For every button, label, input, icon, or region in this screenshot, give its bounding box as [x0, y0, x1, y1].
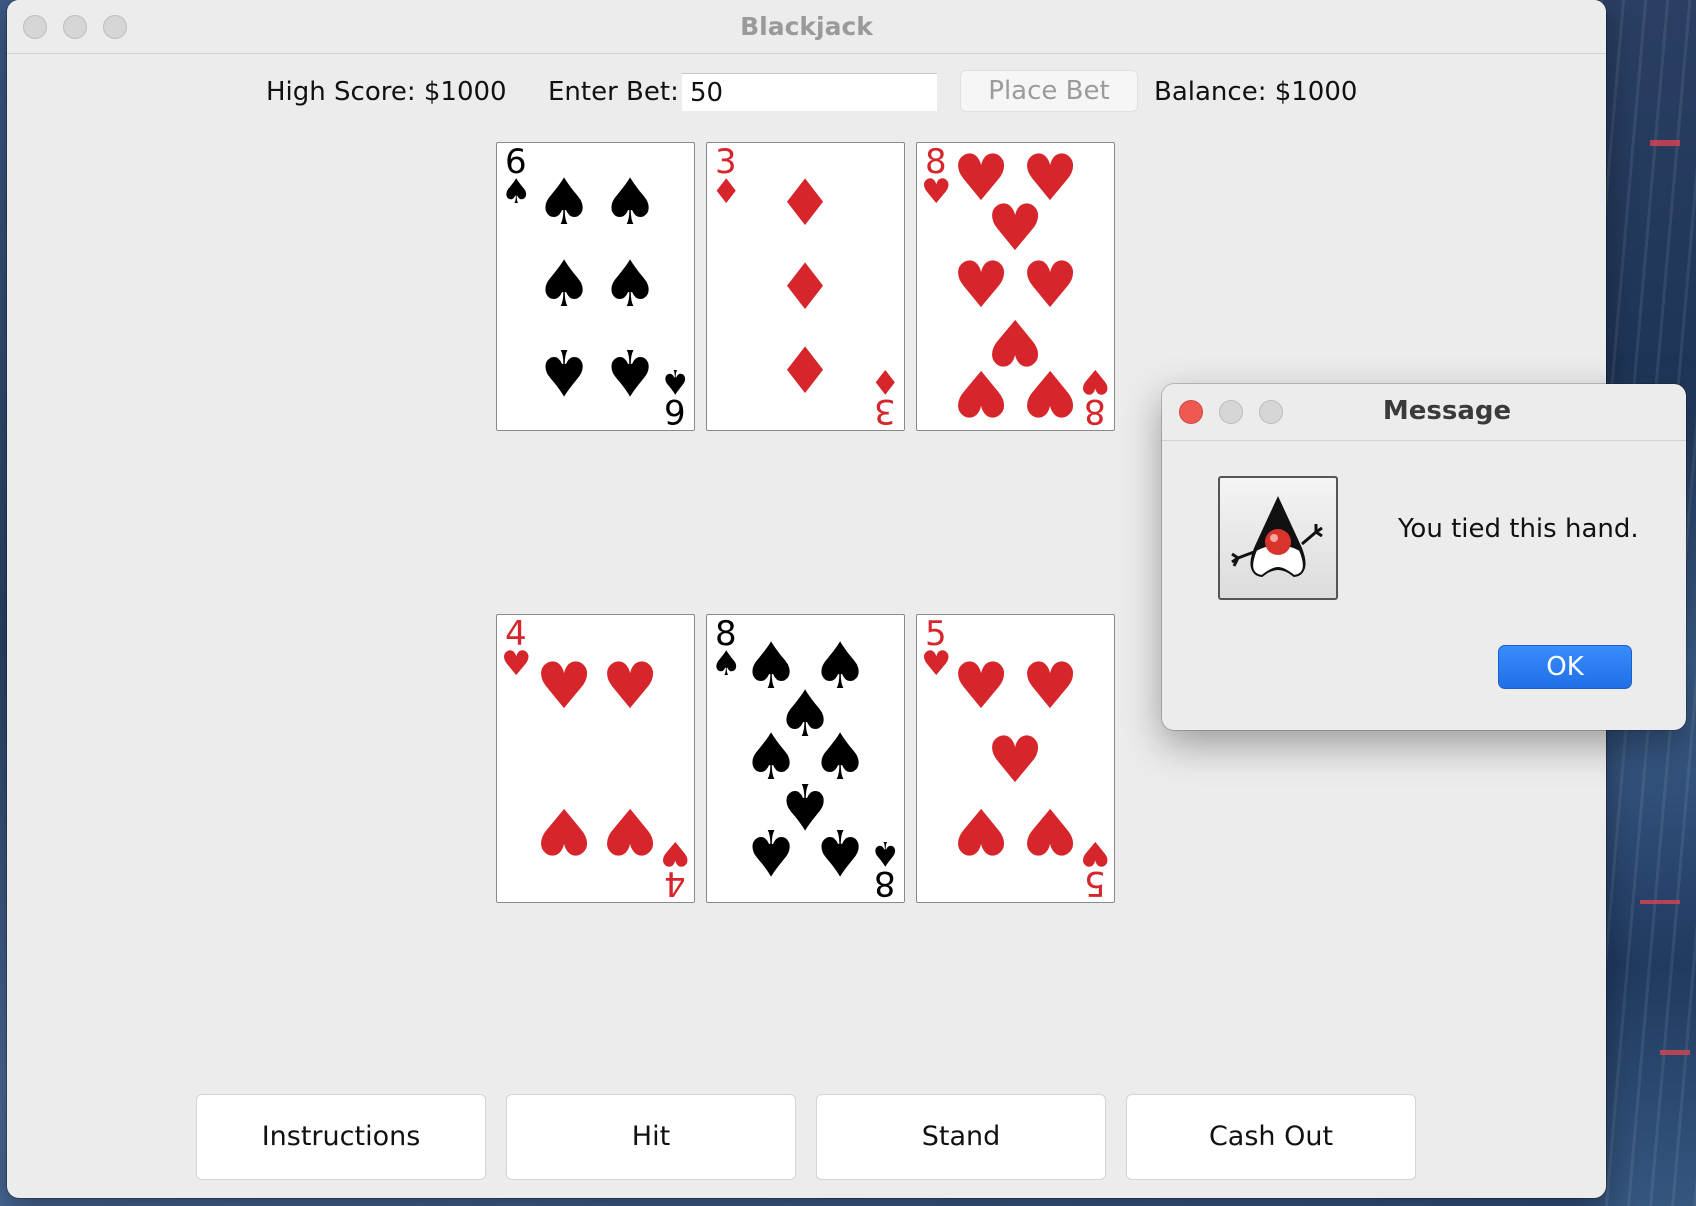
balance-label: Balance: $1000 [1154, 77, 1358, 107]
window-title: Blackjack [740, 12, 873, 41]
card-rank: 8 [874, 863, 896, 903]
high-score-label: High Score: $1000 [266, 77, 507, 107]
window-titlebar: Blackjack [7, 0, 1606, 54]
spade-icon: ♠ [601, 334, 659, 408]
place-bet-button[interactable]: Place Bet [960, 70, 1138, 112]
diamond-icon: ♦ [776, 251, 834, 325]
heart-icon: ♥ [1021, 650, 1079, 724]
heart-icon: ♥ [921, 644, 952, 684]
player-card-2: 8 ♠ ♠ ♠ ♠ ♠ ♠ ♠ ♠ ♠ ♠ 8 [706, 614, 905, 903]
spade-icon: ♠ [535, 166, 593, 240]
dialog-title: Message [1382, 396, 1512, 426]
hit-button[interactable]: Hit [506, 1094, 796, 1180]
dialog-message: You tied this hand. [1398, 514, 1639, 544]
diamond-icon: ♦ [776, 167, 834, 241]
cash-out-button[interactable]: Cash Out [1126, 1094, 1416, 1180]
spade-icon: ♠ [811, 814, 869, 888]
heart-icon: ♥ [601, 793, 659, 867]
spade-icon: ♠ [535, 248, 593, 322]
heart-icon: ♥ [535, 793, 593, 867]
spade-icon: ♠ [535, 334, 593, 408]
dialog-titlebar: Message [1162, 384, 1686, 441]
heart-icon: ♥ [501, 644, 532, 684]
spade-icon: ♠ [601, 166, 659, 240]
ok-button[interactable]: OK [1498, 645, 1632, 689]
player-card-3: 5 ♥ ♥ ♥ ♥ ♥ ♥ ♥ 5 [916, 614, 1115, 903]
java-duke-icon [1218, 476, 1338, 600]
heart-icon: ♥ [535, 650, 593, 724]
bet-input[interactable] [682, 73, 937, 111]
heart-icon: ♥ [1021, 793, 1079, 867]
card-rank: 4 [664, 863, 686, 903]
heart-icon: ♥ [921, 172, 952, 212]
dealer-card-1: 6 ♠ ♠ ♠ ♠ ♠ ♠ ♠ ♠ 6 [496, 142, 695, 431]
card-rank: 8 [1084, 391, 1106, 431]
spade-icon: ♠ [601, 248, 659, 322]
card-rank: 3 [874, 391, 896, 431]
diamond-icon: ♦ [776, 335, 834, 409]
heart-icon: ♥ [601, 650, 659, 724]
heart-icon: ♥ [952, 355, 1010, 429]
card-rank: 5 [1084, 863, 1106, 903]
dealer-card-2: 3 ♦ ♦ ♦ ♦ ♦ 3 [706, 142, 905, 431]
message-dialog: Message You tied this hand. OK [1162, 384, 1686, 730]
spade-icon: ♠ [742, 814, 800, 888]
heart-icon: ♥ [952, 793, 1010, 867]
spade-icon: ♠ [501, 172, 532, 212]
enter-bet-label: Enter Bet: [548, 77, 679, 107]
heart-icon: ♥ [986, 724, 1044, 798]
stand-button[interactable]: Stand [816, 1094, 1106, 1180]
spade-icon: ♠ [711, 644, 742, 684]
dealer-card-3: 8 ♥ ♥ ♥ ♥ ♥ ♥ ♥ ♥ ♥ ♥ 8 [916, 142, 1115, 431]
heart-icon: ♥ [1021, 355, 1079, 429]
diamond-icon: ♦ [711, 172, 742, 212]
card-rank: 6 [664, 391, 686, 431]
heart-icon: ♥ [952, 650, 1010, 724]
player-card-1: 4 ♥ ♥ ♥ ♥ ♥ ♥ 4 [496, 614, 695, 903]
instructions-button[interactable]: Instructions [196, 1094, 486, 1180]
